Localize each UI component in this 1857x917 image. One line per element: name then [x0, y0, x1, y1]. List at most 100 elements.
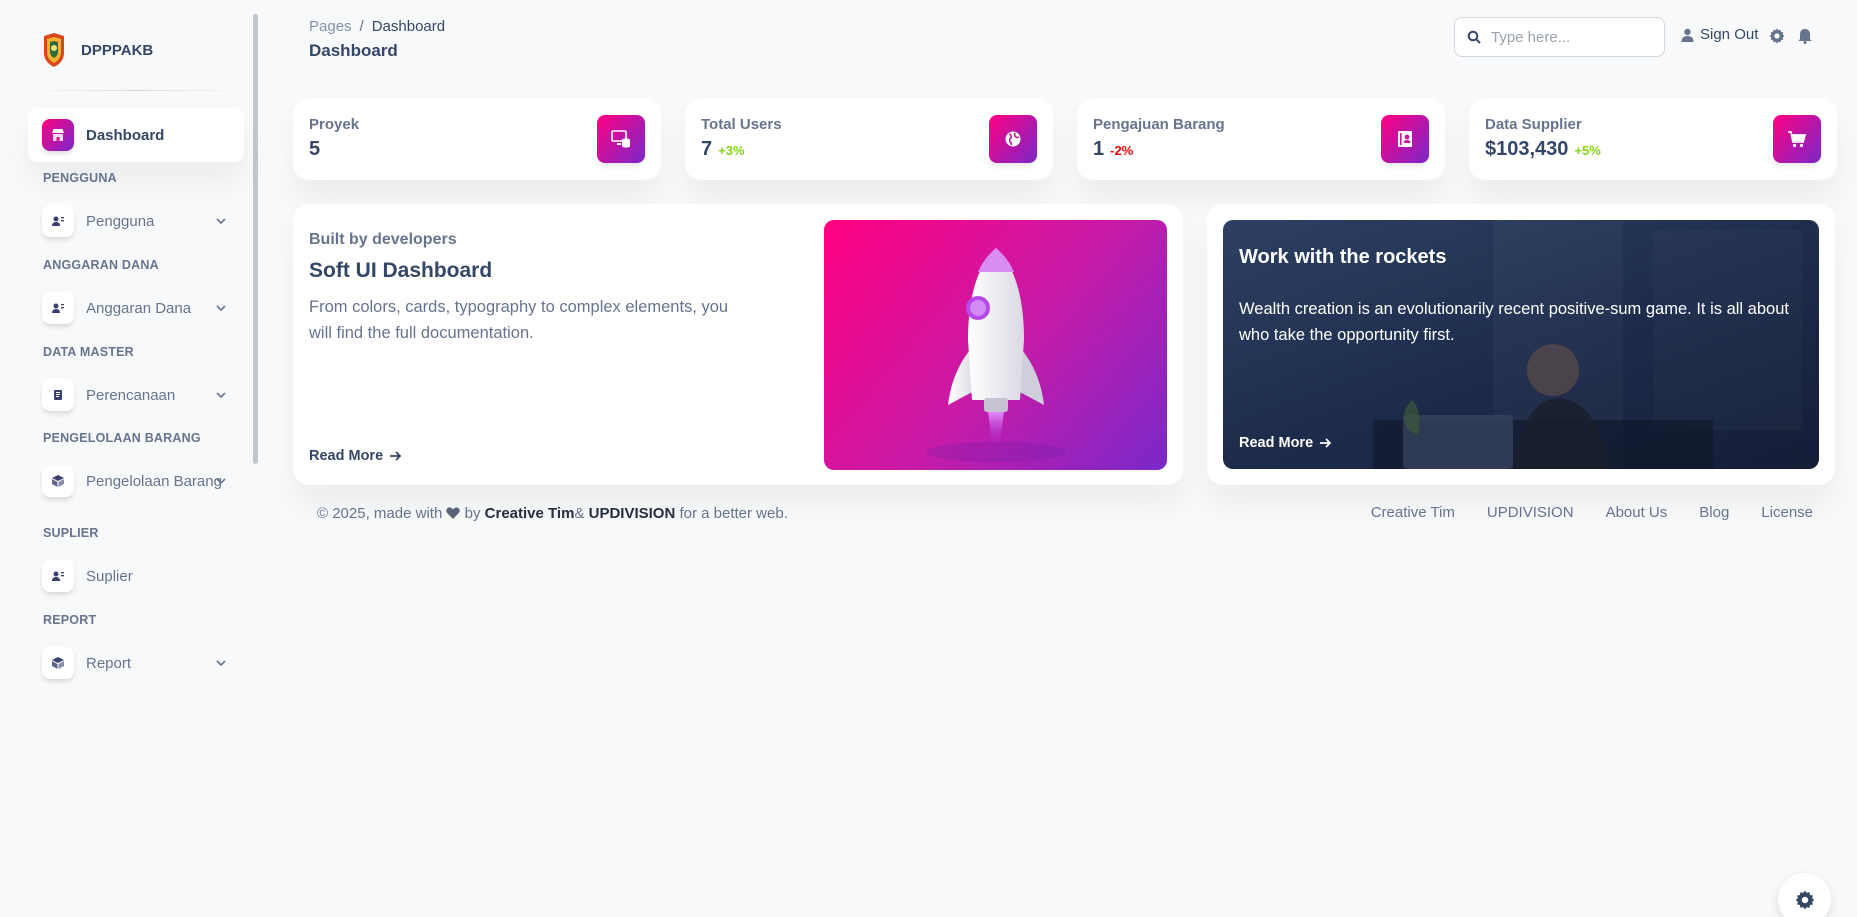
sidebar-item-label: Pengguna	[86, 212, 155, 230]
read-more-label: Read More	[309, 448, 384, 464]
sidebar: DPPPAKB Dashboard PENGGUNA Pengguna ANGG…	[0, 0, 262, 917]
search-icon	[1467, 30, 1481, 44]
footer-link-creative-tim[interactable]: Creative Tim	[485, 505, 575, 522]
card-text: Wealth creation is an evolutionarily rec…	[1239, 300, 1789, 344]
copyright-amp: &	[574, 505, 585, 522]
sidebar-item-label: Dashboard	[86, 126, 165, 144]
section-title-anggaran-dana: ANGGARAN DANA	[43, 258, 159, 272]
copyright-prefix: © 2025, made with	[317, 505, 443, 522]
card-subtitle: Built by developers	[309, 231, 457, 248]
card-title: Work with the rockets	[1239, 246, 1447, 268]
sidebar-item-pengguna[interactable]: Pengguna	[28, 194, 244, 248]
stat-value: 1	[1093, 138, 1105, 160]
footer-nav-about-us[interactable]: About Us	[1606, 504, 1668, 521]
user-icon	[42, 205, 74, 237]
stat-label: Total Users	[701, 116, 782, 133]
read-more-link[interactable]: Read More	[309, 448, 402, 464]
stat-value-row: $103,430 +5%	[1485, 138, 1601, 161]
sidebar-item-label: Anggaran Dana	[86, 299, 192, 317]
footer-link-updivision[interactable]: UPDIVISION	[589, 505, 676, 522]
breadcrumb-separator: /	[359, 18, 364, 35]
gear-icon	[1795, 890, 1814, 909]
breadcrumb-root[interactable]: Pages	[309, 18, 352, 35]
footer-copyright: © 2025, made with by Creative Tim& UPDIV…	[317, 505, 788, 522]
document-user-icon	[1381, 115, 1429, 163]
section-title-pengelolaan-barang: PENGELOLAAN BARANG	[43, 431, 201, 445]
stat-label: Data Supplier	[1485, 116, 1582, 133]
stat-card-pengajuan-barang: Pengajuan Barang 1 -2%	[1077, 99, 1445, 180]
section-title-data-master: DATA MASTER	[43, 345, 134, 359]
stat-change: +5%	[1574, 143, 1601, 158]
chevron-down-icon[interactable]	[214, 474, 228, 488]
stat-label: Proyek	[309, 116, 360, 133]
page-title: Dashboard	[309, 41, 398, 60]
sidebar-item-report[interactable]: Report	[28, 636, 244, 690]
box-icon	[42, 465, 74, 497]
stat-value-row: 7 +3%	[701, 138, 745, 161]
sidebar-item-label: Report	[86, 654, 132, 672]
chevron-down-icon[interactable]	[214, 656, 228, 670]
rocket-icon	[926, 248, 1066, 462]
stat-change: -2%	[1110, 143, 1134, 158]
chevron-down-icon[interactable]	[214, 301, 228, 315]
copyright-by: by	[464, 505, 481, 522]
rocket-illustration	[824, 220, 1167, 470]
chevron-down-icon[interactable]	[214, 388, 228, 402]
document-icon	[42, 379, 74, 411]
card-title: Soft UI Dashboard	[309, 259, 493, 282]
stat-value: $103,430	[1485, 138, 1569, 160]
gear-icon[interactable]	[1769, 28, 1785, 44]
read-more-label: Read More	[1239, 435, 1314, 451]
sidebar-item-dashboard[interactable]: Dashboard	[28, 108, 244, 162]
footer-nav-creative-tim[interactable]: Creative Tim	[1371, 504, 1455, 521]
brand-name: DPPPAKB	[81, 41, 154, 59]
section-title-suplier: SUPLIER	[43, 526, 99, 540]
stat-value-row: 1 -2%	[1093, 138, 1133, 161]
stat-value-row: 5	[309, 138, 326, 161]
search-input[interactable]	[1491, 28, 1651, 46]
database-screen-icon	[597, 115, 645, 163]
rockets-background-image: Work with the rockets Wealth creation is…	[1223, 220, 1819, 469]
stat-value: 5	[309, 138, 321, 160]
section-title-pengguna: PENGGUNA	[43, 171, 117, 185]
stat-card-proyek: Proyek 5	[293, 99, 661, 180]
sidebar-scrollbar[interactable]	[253, 14, 258, 464]
stat-value: 7	[701, 138, 713, 160]
chevron-down-icon[interactable]	[214, 214, 228, 228]
footer-nav-blog[interactable]: Blog	[1699, 504, 1729, 521]
arrow-right-icon	[390, 451, 402, 461]
copyright-suffix: for a better web.	[679, 505, 788, 522]
work-with-rockets-card: Work with the rockets Wealth creation is…	[1207, 204, 1835, 485]
user-icon	[42, 292, 74, 324]
footer-nav-license[interactable]: License	[1761, 504, 1813, 521]
sidebar-item-anggaran-dana[interactable]: Anggaran Dana	[28, 281, 244, 335]
sidebar-divider	[28, 90, 244, 91]
box-icon	[42, 647, 74, 679]
brand[interactable]: DPPPAKB	[42, 33, 153, 67]
bell-icon[interactable]	[1798, 28, 1812, 44]
read-more-link[interactable]: Read More	[1239, 435, 1332, 451]
shop-icon	[42, 119, 74, 151]
heart-icon	[446, 507, 461, 519]
sidebar-item-label: Perencanaan	[86, 386, 176, 404]
built-by-developers-card: Built by developers Soft UI Dashboard Fr…	[293, 204, 1183, 485]
globe-icon	[989, 115, 1037, 163]
card-text: From colors, cards, typography to comple…	[309, 298, 729, 342]
search-box[interactable]	[1454, 17, 1665, 57]
settings-fab-button[interactable]	[1778, 873, 1831, 917]
section-title-report: REPORT	[43, 613, 97, 627]
sign-out-button[interactable]: Sign Out	[1681, 26, 1758, 43]
sidebar-item-label: Pengelolaan Barang	[86, 472, 222, 490]
sidebar-item-label: Suplier	[86, 567, 133, 585]
footer-nav: Creative Tim UPDIVISION About Us Blog Li…	[1371, 504, 1813, 521]
stat-card-total-users: Total Users 7 +3%	[685, 99, 1053, 180]
footer-nav-updivision[interactable]: UPDIVISION	[1487, 504, 1574, 521]
sidebar-item-perencanaan[interactable]: Perencanaan	[28, 368, 244, 422]
user-icon	[42, 560, 74, 592]
stat-change: +3%	[718, 143, 745, 158]
stat-card-data-supplier: Data Supplier $103,430 +5%	[1469, 99, 1837, 180]
breadcrumb: Pages / Dashboard	[309, 18, 445, 35]
sidebar-item-suplier[interactable]: Suplier	[28, 549, 244, 603]
sidebar-item-pengelolaan-barang[interactable]: Pengelolaan Barang	[28, 454, 244, 508]
user-icon	[1681, 28, 1694, 42]
